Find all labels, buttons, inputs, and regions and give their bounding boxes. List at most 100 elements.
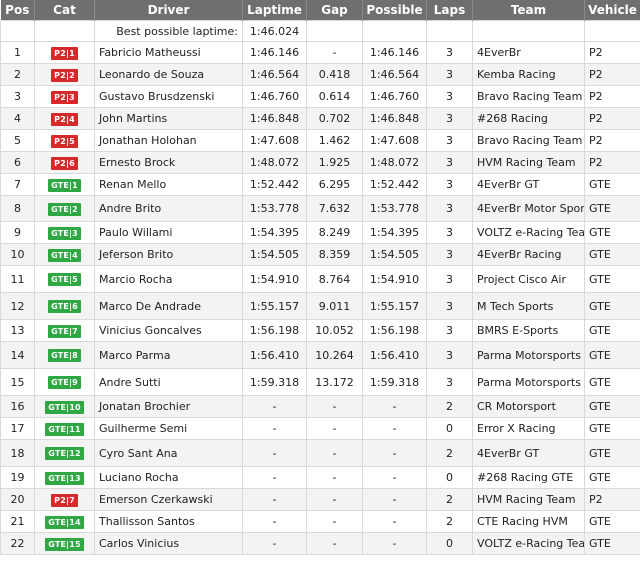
category-badge: GTE|13 — [45, 471, 84, 485]
possible-cell: - — [362, 395, 427, 418]
laptime-cell: 1:46.564 — [242, 63, 307, 86]
gap-cell: - — [306, 41, 363, 64]
pos-cell: 4 — [0, 107, 35, 130]
table-row[interactable]: 15 GTE|9 Andre Sutti 1:59.318 13.172 1:59.318… — [0, 368, 640, 396]
possible-cell: 1:56.410 — [362, 341, 427, 369]
laptime-cell: 1:46.760 — [242, 85, 307, 108]
driver-name: Cyro Sant Ana — [94, 439, 243, 467]
gap-cell: 10.052 — [306, 319, 363, 342]
table-row[interactable]: 19 GTE|13 Luciano Rocha - - -0 #268 Racing GTE… — [0, 466, 640, 489]
driver-name: John Martins — [94, 107, 243, 130]
laptime-cell: 1:54.910 — [242, 265, 307, 293]
laptime-cell: 1:53.778 — [242, 195, 307, 222]
table-row[interactable]: 20 P2|7 Emerson Czerkawski - - -2 HVM Racing T… — [0, 488, 640, 511]
team-name: Parma Motorsports — [472, 368, 585, 396]
table-row[interactable]: 13 GTE|7 Vinicius Goncalves 1:56.198 10.052 1… — [0, 319, 640, 342]
table-row[interactable]: 2 P2|2 Leonardo de Souza 1:46.564 0.418 1:46.… — [0, 63, 640, 86]
pos-cell: 2 — [0, 63, 35, 86]
team-name: M Tech Sports — [472, 292, 585, 320]
gap-cell: - — [306, 532, 363, 555]
table-row[interactable]: 17 GTE|11 Guilherme Semi - - -0 Error X Racing… — [0, 417, 640, 440]
category-badge: GTE|14 — [45, 515, 84, 529]
vehicle-cell: GTE — [584, 368, 640, 396]
team-name: Project Cisco Air — [472, 265, 585, 293]
laps-cell: 3 — [426, 319, 473, 342]
table-row[interactable]: 8 GTE|2 Andre Brito 1:53.778 7.632 1:53.778 3 4… — [0, 195, 640, 222]
table-row[interactable]: 10 GTE|4 Jeferson Brito 1:54.505 8.359 1:54.5… — [0, 243, 640, 266]
cat-cell: P2|1 — [34, 41, 95, 64]
table-row[interactable]: 1 P2|1 Fabricio Matheussi 1:46.146-1:46.146… — [0, 41, 640, 64]
pos-cell: 22 — [0, 532, 35, 555]
driver-name: Leonardo de Souza — [94, 63, 243, 86]
laptime-cell: 1:46.848 — [242, 107, 307, 130]
table-row[interactable]: 18 GTE|12 Cyro Sant Ana - - -2 4EverBr GT GTE — [0, 439, 640, 467]
cat-cell: P2|6 — [34, 151, 95, 174]
table-row[interactable]: 12 GTE|6 Marco De Andrade 1:55.157 9.011 1:55… — [0, 292, 640, 320]
header-gap[interactable]: Gap — [306, 0, 363, 21]
header-laps[interactable]: Laps — [426, 0, 473, 21]
header-possible[interactable]: Possible — [362, 0, 427, 21]
table-row[interactable]: 9 GTE|3 Paulo Willami 1:54.395 8.249 1:54.395… — [0, 221, 640, 244]
laps-cell: 3 — [426, 368, 473, 396]
pos-cell: 7 — [0, 173, 35, 196]
header-laptime[interactable]: Laptime — [242, 0, 307, 21]
table-row[interactable]: 4 P2|4 John Martins 1:46.848 0.702 1:46.848 3 #… — [0, 107, 640, 130]
laps-cell: 0 — [426, 466, 473, 489]
laptime-cell: 1:54.505 — [242, 243, 307, 266]
possible-cell: 1:53.778 — [362, 195, 427, 222]
laptime-cell: 1:56.410 — [242, 341, 307, 369]
table-row[interactable]: 7 GTE|1 Renan Mello 1:52.442 6.295 1:52.442 3 4… — [0, 173, 640, 196]
header-cat[interactable]: Cat — [34, 0, 95, 21]
header-vehicle[interactable]: Vehicle — [584, 0, 640, 21]
table-row[interactable]: 3 P2|3 Gustavo Brusdzenski 1:46.760 0.614 1:4… — [0, 85, 640, 108]
laps-cell: 3 — [426, 107, 473, 130]
table-row[interactable]: 22 GTE|15 Carlos Vinicius - - -0 VOLTZ e-Racin… — [0, 532, 640, 555]
possible-cell: - — [362, 488, 427, 511]
table-row[interactable]: 16 GTE|10 Jonatan Brochier - - -2 CR Motorspor… — [0, 395, 640, 418]
table-row[interactable]: 21 GTE|14 Thallisson Santos - - -2 CTE Racing … — [0, 510, 640, 533]
possible-cell: - — [362, 532, 427, 555]
gap-cell: - — [306, 395, 363, 418]
driver-name: Andre Sutti — [94, 368, 243, 396]
vehicle-cell: P2 — [584, 488, 640, 511]
category-badge: P2|1 — [51, 46, 78, 60]
team-name: HVM Racing Team — [472, 151, 585, 174]
vehicle-cell: P2 — [584, 151, 640, 174]
category-badge: GTE|5 — [48, 273, 81, 286]
team-name: 4EverBr GT — [472, 173, 585, 196]
laps-cell: 0 — [426, 532, 473, 555]
cat-cell: GTE|5 — [34, 265, 95, 293]
header-team[interactable]: Team — [472, 0, 585, 21]
table-row[interactable]: 11 GTE|5 Marcio Rocha 1:54.910 8.764 1:54.910… — [0, 265, 640, 293]
possible-cell: 1:48.072 — [362, 151, 427, 174]
possible-cell: 1:54.910 — [362, 265, 427, 293]
vehicle-cell: GTE — [584, 466, 640, 489]
pos-cell: 1 — [0, 41, 35, 64]
laps-cell: 3 — [426, 129, 473, 152]
category-badge: GTE|11 — [45, 422, 84, 436]
driver-name: Vinicius Goncalves — [94, 319, 243, 342]
gap-cell: 0.614 — [306, 85, 363, 108]
header-driver[interactable]: Driver — [94, 0, 243, 21]
pos-cell: 9 — [0, 221, 35, 244]
team-name: CR Motorsport — [472, 395, 585, 418]
vehicle-cell: GTE — [584, 173, 640, 196]
laps-cell: 2 — [426, 510, 473, 533]
team-name: 4EverBr Racing — [472, 243, 585, 266]
table-row[interactable]: 5 P2|5 Jonathan Holohan 1:47.608 1.462 1:47.6… — [0, 129, 640, 152]
driver-name: Andre Brito — [94, 195, 243, 222]
gap-cell: 8.359 — [306, 243, 363, 266]
laptime-cell: - — [242, 532, 307, 555]
table-row[interactable]: 14 GTE|8 Marco Parma 1:56.410 10.264 1:56.410… — [0, 341, 640, 369]
gap-cell: 1.925 — [306, 151, 363, 174]
category-badge: GTE|7 — [48, 324, 81, 338]
laptime-cell: - — [242, 439, 307, 467]
possible-cell: 1:46.564 — [362, 63, 427, 86]
category-badge: GTE|2 — [48, 202, 81, 216]
table-row[interactable]: 6 P2|6 Ernesto Brock 1:48.072 1.925 1:48.072 3… — [0, 151, 640, 174]
driver-name: Jeferson Brito — [94, 243, 243, 266]
pos-cell: 8 — [0, 195, 35, 222]
pos-cell: 6 — [0, 151, 35, 174]
category-badge: GTE|1 — [48, 178, 81, 192]
header-pos[interactable]: Pos — [0, 0, 35, 21]
